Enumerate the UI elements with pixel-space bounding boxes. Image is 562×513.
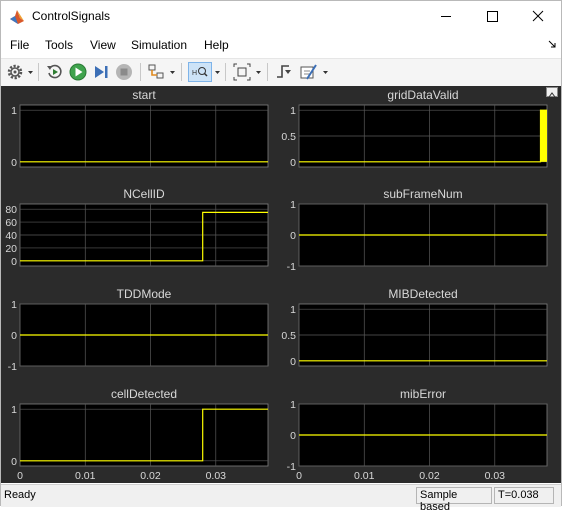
- y-tick-label: 60: [5, 217, 17, 229]
- menu-bar: File Tools View Simulation Help: [1, 34, 561, 56]
- scope-window: ControlSignals File Tools View Simulatio…: [0, 0, 562, 513]
- fit-axes-icon[interactable]: [232, 62, 252, 82]
- toolbar-separator: [140, 63, 141, 81]
- chevron-down-icon[interactable]: [26, 62, 35, 82]
- y-tick-label: 0: [290, 157, 296, 169]
- signal-fill: [540, 110, 547, 162]
- plot-area: start 0 1 gridDataValid 0 0.5 1 NCellID 0 20 40 60 8…: [1, 86, 561, 483]
- title-bar[interactable]: ControlSignals: [1, 1, 561, 32]
- triggers-icon[interactable]: [274, 62, 294, 82]
- status-bar: Ready Sample based T=0.038: [1, 484, 561, 513]
- menu-file[interactable]: File: [10, 38, 29, 52]
- y-tick-label: 0: [290, 430, 296, 442]
- zoom-icon: H: [192, 67, 208, 77]
- axes-title: TDDMode: [117, 287, 172, 301]
- scope-axes-0: start 0 1: [11, 88, 269, 169]
- x-tick-label: 0.01: [354, 470, 375, 482]
- sample-mode-indicator: Sample based: [416, 487, 492, 513]
- toolbar-separator: [181, 63, 182, 81]
- y-tick-label: 1: [290, 105, 296, 117]
- axes-title: MIBDetected: [388, 287, 457, 301]
- matlab-icon: [10, 10, 24, 24]
- axes-title: mibError: [400, 387, 446, 401]
- axes-title: subFrameNum: [383, 187, 462, 201]
- menu-tools[interactable]: Tools: [45, 38, 73, 52]
- gear-icon[interactable]: [5, 62, 25, 82]
- axes-background: [19, 104, 269, 168]
- toolbar-separator: [38, 63, 39, 81]
- scope-plots[interactable]: start01gridDataValid00.51NCellID02040608…: [1, 86, 561, 483]
- x-tick-label: 0.01: [75, 470, 96, 482]
- y-tick-label: 0: [290, 356, 296, 368]
- close-icon: [532, 10, 544, 22]
- svg-text:H: H: [192, 70, 197, 77]
- toolbar: H: [1, 58, 561, 87]
- minimize-button[interactable]: [423, 1, 469, 32]
- y-tick-label: 1: [11, 105, 17, 117]
- y-tick-label: -1: [8, 361, 17, 373]
- chevron-down-icon[interactable]: [213, 62, 222, 82]
- undock-button[interactable]: [546, 87, 558, 98]
- y-tick-label: 80: [5, 204, 17, 216]
- play-back-icon[interactable]: [45, 62, 65, 82]
- maximize-icon: [487, 11, 498, 22]
- run-icon[interactable]: [68, 62, 88, 82]
- chevron-down-icon[interactable]: [254, 62, 263, 82]
- x-tick-label: 0: [296, 470, 302, 482]
- y-tick-label: 0: [11, 456, 17, 468]
- y-tick-label: 0.5: [281, 131, 296, 143]
- y-tick-label: 1: [290, 399, 296, 411]
- status-text: Ready: [4, 489, 36, 501]
- y-tick-label: 0.5: [281, 330, 296, 342]
- scope-axes-3: subFrameNum -1 0 1: [287, 187, 548, 273]
- measure-icon[interactable]: [298, 62, 318, 82]
- axes-title: gridDataValid: [387, 88, 458, 102]
- axes-title: NCellID: [123, 187, 165, 201]
- zoom-button[interactable]: H: [188, 62, 212, 82]
- menu-view[interactable]: View: [90, 38, 116, 52]
- x-tick-label: 0.03: [206, 470, 227, 482]
- x-tick-label: 0.02: [419, 470, 440, 482]
- axes-title: start: [132, 88, 156, 102]
- y-tick-label: 1: [11, 404, 17, 416]
- window-title: ControlSignals: [32, 9, 111, 23]
- undock-icon: [548, 92, 556, 98]
- minimize-icon: [441, 16, 451, 17]
- sim-time-indicator: T=0.038: [494, 487, 554, 504]
- highlight-icon[interactable]: [146, 62, 166, 82]
- y-tick-label: 1: [290, 304, 296, 316]
- chevron-down-icon[interactable]: [321, 62, 330, 82]
- y-tick-label: 0: [11, 256, 17, 268]
- x-tick-label: 0: [17, 470, 23, 482]
- y-tick-label: -1: [287, 261, 296, 273]
- y-tick-label: -1: [287, 461, 296, 473]
- toolbar-separator: [225, 63, 226, 81]
- menu-help[interactable]: Help: [204, 38, 229, 52]
- axes-background: [19, 403, 269, 467]
- y-tick-label: 40: [5, 230, 17, 242]
- menu-simulation[interactable]: Simulation: [131, 38, 187, 52]
- x-tick-label: 0.03: [485, 470, 506, 482]
- x-tick-label: 0.02: [140, 470, 161, 482]
- y-tick-label: 0: [11, 157, 17, 169]
- scope-axes-1: gridDataValid 0 0.5 1: [281, 88, 548, 169]
- scope-axes-4: TDDMode -1 0 1: [8, 287, 269, 373]
- close-button[interactable]: [515, 1, 561, 32]
- scope-axes-2: NCellID 020406080: [5, 187, 269, 268]
- y-tick-label: 1: [290, 199, 296, 211]
- y-tick-label: 20: [5, 243, 17, 255]
- scope-axes-6: cellDetected 0 1 0 0.01 0.02 0.03: [11, 387, 269, 482]
- y-tick-label: 1: [11, 299, 17, 311]
- toolbar-separator: [267, 63, 268, 81]
- chevron-down-icon[interactable]: [168, 62, 177, 82]
- stop-icon[interactable]: [114, 62, 134, 82]
- scope-axes-7: mibError-1010 0.01 0.02 0.03: [287, 387, 548, 482]
- step-forward-icon[interactable]: [91, 62, 111, 82]
- scope-axes-5: MIBDetected 0 0.5 1: [281, 287, 548, 368]
- dock-arrow-icon[interactable]: [548, 40, 557, 49]
- y-tick-label: 0: [11, 330, 17, 342]
- axes-title: cellDetected: [111, 387, 177, 401]
- y-tick-label: 0: [290, 230, 296, 242]
- maximize-button[interactable]: [469, 1, 515, 32]
